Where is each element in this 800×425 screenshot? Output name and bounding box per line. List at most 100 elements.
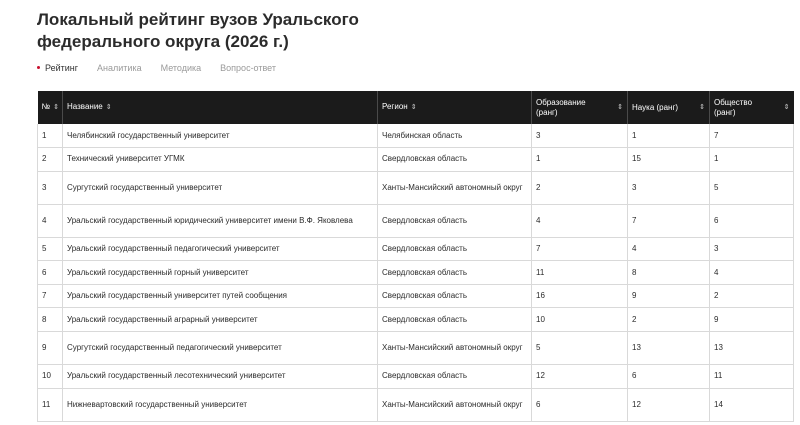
tab-label: Аналитика	[97, 63, 142, 73]
cell-name: Сургутский государственный педагогически…	[62, 331, 378, 366]
cell-society: 14	[709, 388, 794, 422]
cell-science: 3	[627, 171, 710, 205]
table-row[interactable]: 9 Сургутский государственный педагогичес…	[37, 331, 794, 366]
cell-education: 5	[531, 331, 628, 366]
cell-number: 8	[37, 307, 63, 333]
tab-analytics[interactable]: Аналитика	[97, 63, 142, 73]
cell-number: 10	[37, 364, 63, 389]
cell-number: 9	[37, 331, 63, 366]
cell-science: 9	[627, 284, 710, 309]
cell-name: Нижневартовский государственный универси…	[62, 388, 378, 422]
active-dot-icon	[37, 66, 40, 70]
cell-region: Ханты-Мансийский автономный округ	[377, 388, 532, 422]
cell-name: Уральский государственный юридический ун…	[62, 204, 378, 238]
cell-name: Уральский государственный педагогический…	[62, 237, 378, 262]
cell-region: Свердловская область	[377, 147, 532, 172]
cell-society: 6	[709, 204, 794, 238]
table-header-row: № ⇕ Название ⇕ Регион ⇕ Образование (ранг) ⇕…	[37, 91, 794, 124]
cell-number: 5	[37, 237, 63, 262]
column-header-science[interactable]: Наука (ранг) ⇕	[627, 91, 710, 124]
table-row[interactable]: 5 Уральский государственный педагогическ…	[37, 237, 794, 262]
cell-science: 7	[627, 204, 710, 238]
cell-education: 16	[531, 284, 628, 309]
cell-number: 11	[37, 388, 63, 422]
cell-society: 5	[709, 171, 794, 205]
table-row[interactable]: 3 Сургутский государственный университет…	[37, 171, 794, 205]
cell-science: 4	[627, 237, 710, 262]
cell-science: 6	[627, 364, 710, 389]
tab-bar: Рейтинг Аналитика Методика Вопрос-ответ	[37, 63, 295, 73]
column-header-number[interactable]: № ⇕	[37, 91, 63, 124]
cell-name: Сургутский государственный университет	[62, 171, 378, 205]
page-title: Локальный рейтинг вузов Уральского федер…	[37, 10, 359, 51]
cell-education: 12	[531, 364, 628, 389]
cell-science: 13	[627, 331, 710, 366]
sort-icon: ⇕	[617, 103, 623, 111]
cell-science: 8	[627, 260, 710, 285]
cell-science: 15	[627, 147, 710, 172]
cell-number: 7	[37, 284, 63, 309]
sort-icon: ⇕	[53, 104, 59, 111]
cell-education: 4	[531, 204, 628, 238]
cell-name: Технический университет УГМК	[62, 147, 378, 172]
table-row[interactable]: 4 Уральский государственный юридический …	[37, 204, 794, 238]
column-header-region[interactable]: Регион ⇕	[377, 91, 532, 124]
column-header-label: Общество (ранг)	[714, 97, 753, 117]
tab-faq[interactable]: Вопрос-ответ	[220, 63, 276, 73]
cell-region: Свердловская область	[377, 237, 532, 262]
table-row[interactable]: 1 Челябинский государственный университе…	[37, 124, 794, 149]
cell-region: Ханты-Мансийский автономный округ	[377, 171, 532, 205]
cell-science: 2	[627, 307, 710, 333]
column-header-label: Образование (ранг)	[536, 97, 586, 117]
cell-education: 7	[531, 237, 628, 262]
cell-society: 11	[709, 364, 794, 389]
cell-science: 12	[627, 388, 710, 422]
table-row[interactable]: 7 Уральский государственный университет …	[37, 284, 794, 309]
sort-icon: ⇕	[105, 104, 112, 111]
column-header-education[interactable]: Образование (ранг) ⇕	[531, 91, 628, 124]
sort-icon: ⇕	[410, 104, 417, 111]
tab-methodology[interactable]: Методика	[161, 63, 202, 73]
cell-region: Челябинская область	[377, 124, 532, 149]
cell-education: 1	[531, 147, 628, 172]
cell-number: 6	[37, 260, 63, 285]
sort-icon: ⇕	[783, 103, 790, 111]
cell-society: 3	[709, 237, 794, 262]
column-header-label: Регион	[382, 102, 408, 111]
cell-number: 3	[37, 171, 63, 205]
cell-society: 1	[709, 147, 794, 172]
cell-society: 7	[709, 124, 794, 149]
cell-education: 10	[531, 307, 628, 333]
cell-society: 9	[709, 307, 794, 333]
cell-number: 4	[37, 204, 63, 238]
sort-icon: ⇕	[699, 103, 705, 111]
column-header-label: №	[41, 102, 51, 111]
table-row[interactable]: 2 Технический университет УГМК Свердловс…	[37, 147, 794, 172]
cell-name: Уральский государственный университет пу…	[62, 284, 378, 309]
cell-region: Свердловская область	[377, 204, 532, 238]
cell-society: 2	[709, 284, 794, 309]
cell-name: Уральский государственный горный универс…	[62, 260, 378, 285]
column-header-society[interactable]: Общество (ранг) ⇕	[709, 91, 794, 124]
tab-label: Рейтинг	[45, 63, 79, 73]
table-row[interactable]: 6 Уральский государственный горный униве…	[37, 260, 794, 285]
column-header-label: Наука (ранг)	[632, 102, 679, 112]
cell-society: 13	[709, 331, 794, 366]
cell-society: 4	[709, 260, 794, 285]
cell-name: Челябинский государственный университет	[62, 124, 378, 149]
tab-rating[interactable]: Рейтинг	[37, 63, 78, 73]
rating-table: № ⇕ Название ⇕ Регион ⇕ Образование (ранг) ⇕…	[37, 91, 794, 422]
cell-number: 2	[37, 147, 63, 172]
cell-name: Уральский государственный аграрный униве…	[62, 307, 378, 333]
table-row[interactable]: 10 Уральский государственный лесотехниче…	[37, 364, 794, 389]
table-row[interactable]: 8 Уральский государственный аграрный уни…	[37, 307, 794, 333]
cell-education: 11	[531, 260, 628, 285]
tab-label: Методика	[160, 63, 202, 73]
tab-label: Вопрос-ответ	[220, 63, 276, 73]
cell-education: 2	[531, 171, 628, 205]
cell-education: 6	[531, 388, 628, 422]
cell-region: Свердловская область	[377, 284, 532, 309]
column-header-name[interactable]: Название ⇕	[62, 91, 378, 124]
table-row[interactable]: 11 Нижневартовский государственный униве…	[37, 388, 794, 422]
cell-region: Свердловская область	[377, 307, 532, 333]
